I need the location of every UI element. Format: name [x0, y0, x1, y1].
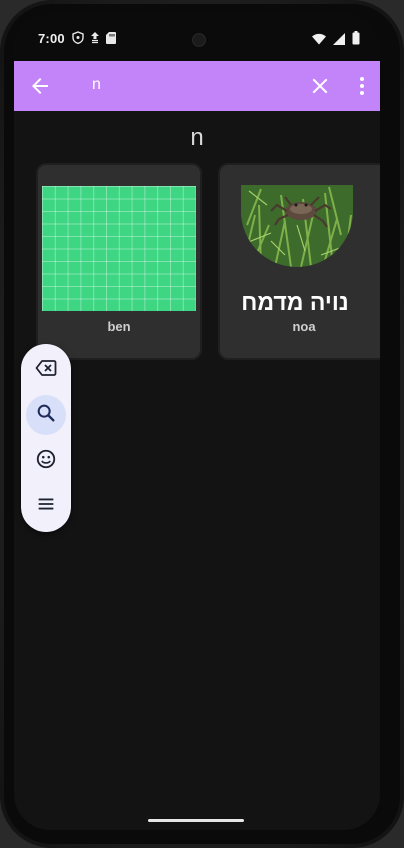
status-icons-left — [72, 31, 116, 49]
section-title: n — [190, 124, 204, 151]
screen: 7:00 n n ben נויה מדמח noa — [14, 14, 380, 830]
backspace-button[interactable] — [26, 350, 66, 390]
menu-icon — [35, 493, 57, 520]
status-icons-right — [312, 31, 360, 50]
card-overlay-text: נויה מדמח — [241, 289, 349, 315]
search-query-text[interactable]: n — [92, 76, 101, 94]
card-label: noa — [292, 319, 316, 334]
signal-icon — [333, 32, 345, 50]
emoji-icon — [35, 448, 57, 475]
backspace-icon — [34, 356, 58, 385]
result-card-ben[interactable]: ben — [36, 163, 202, 360]
battery-icon — [352, 31, 360, 50]
gesture-nav-handle[interactable] — [148, 819, 244, 822]
menu-button[interactable] — [26, 486, 66, 526]
data-saver-icon — [90, 31, 100, 49]
close-icon[interactable] — [308, 74, 332, 98]
status-time: 7:00 — [38, 31, 65, 46]
vpn-shield-icon — [72, 31, 84, 49]
emoji-button[interactable] — [26, 441, 66, 481]
search-toolbar: n — [14, 61, 380, 111]
wifi-icon — [312, 32, 326, 50]
card-label: ben — [107, 319, 131, 334]
floating-toolbar — [21, 344, 71, 532]
front-camera — [190, 31, 208, 49]
result-card-noa[interactable]: נויה מדמח noa — [218, 163, 380, 360]
status-bar: 7:00 — [14, 14, 380, 61]
search-icon — [35, 402, 57, 429]
crab-photo-avatar — [241, 185, 353, 267]
more-vert-icon[interactable] — [350, 74, 374, 98]
search-button[interactable] — [26, 395, 66, 435]
arrow-back-icon[interactable] — [28, 74, 52, 98]
phone-frame: 7:00 n n ben נויה מדמח noa — [0, 0, 404, 848]
sd-card-icon — [106, 31, 116, 49]
card-thumbnail — [42, 186, 196, 311]
